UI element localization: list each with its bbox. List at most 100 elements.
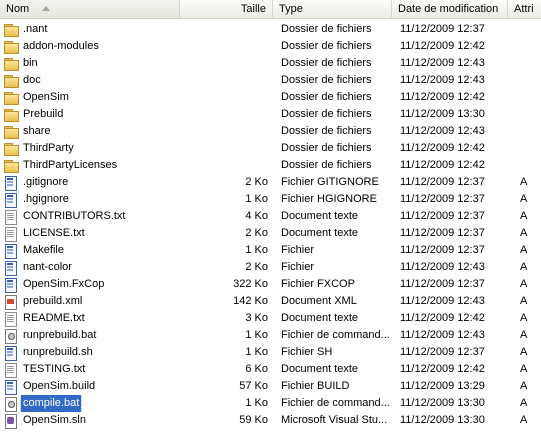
file-name-cell[interactable]: ThirdParty (0, 140, 180, 157)
text-file-icon (3, 362, 19, 378)
file-row[interactable]: Makefile 1 Ko Fichier 11/12/2009 12:37 A (0, 242, 541, 259)
file-type: Fichier BUILD (281, 380, 350, 392)
file-name[interactable]: runprebuild.bat (21, 327, 98, 344)
file-attributes: A (520, 312, 528, 324)
file-name[interactable]: .hgignore (21, 191, 71, 208)
file-name-cell[interactable]: TESTING.txt (0, 361, 180, 378)
file-row[interactable]: LICENSE.txt 2 Ko Document texte 11/12/2009 … (0, 225, 541, 242)
file-name-cell[interactable]: OpenSim (0, 89, 180, 106)
file-name[interactable]: nant-color (21, 259, 74, 276)
file-row[interactable]: doc Dossier de fichiers 11/12/2009 12:43 (0, 72, 541, 89)
file-row[interactable]: addon-modules Dossier de fichiers 11/12/20… (0, 38, 541, 55)
file-name-cell[interactable]: .gitignore (0, 174, 180, 191)
generic-file-icon (3, 192, 19, 208)
column-header-attributes-label: Attri (514, 3, 534, 15)
file-row[interactable]: OpenSim.FxCop 322 Ko Fichier FXCOP 11/12/20… (0, 276, 541, 293)
file-name-cell[interactable]: OpenSim.sln (0, 412, 180, 429)
file-name[interactable]: ThirdParty (21, 140, 76, 157)
file-name-cell[interactable]: share (0, 123, 180, 140)
file-name[interactable]: Makefile (21, 242, 66, 259)
file-attributes: A (520, 295, 528, 307)
file-name[interactable]: OpenSim (21, 89, 71, 106)
file-name[interactable]: OpenSim.FxCop (21, 276, 106, 293)
file-name-cell[interactable]: Makefile (0, 242, 180, 259)
file-modified-date: 11/12/2009 12:42 (400, 159, 485, 171)
file-row[interactable]: runprebuild.bat 1 Ko Fichier de command...… (0, 327, 541, 344)
file-name-cell[interactable]: .hgignore (0, 191, 180, 208)
file-row[interactable]: OpenSim.build 57 Ko Fichier BUILD 11/12/200… (0, 378, 541, 395)
text-file-icon (3, 311, 19, 327)
file-name-cell[interactable]: OpenSim.FxCop (0, 276, 180, 293)
file-name-cell[interactable]: CONTRIBUTORS.txt (0, 208, 180, 225)
file-attributes (508, 21, 541, 38)
file-attributes: A (520, 244, 528, 256)
file-type: Document XML (281, 295, 357, 307)
column-header-type[interactable]: Type (273, 0, 392, 18)
column-header-size-label: Taille (240, 3, 266, 15)
file-name[interactable]: LICENSE.txt (21, 225, 87, 242)
file-name-cell[interactable]: bin (0, 55, 180, 72)
file-name-cell[interactable]: runprebuild.bat (0, 327, 180, 344)
file-name[interactable]: README.txt (21, 310, 87, 327)
file-row[interactable]: runprebuild.sh 1 Ko Fichier SH 11/12/2009 1… (0, 344, 541, 361)
column-header-name[interactable]: Nom (0, 0, 180, 18)
file-row[interactable]: Prebuild Dossier de fichiers 11/12/2009 13… (0, 106, 541, 123)
file-attributes (508, 72, 541, 89)
file-row[interactable]: .gitignore 2 Ko Fichier GITIGNORE 11/12/200… (0, 174, 541, 191)
generic-file-icon (3, 345, 19, 361)
file-size: 2 Ko (245, 227, 268, 239)
file-name[interactable]: doc (21, 72, 43, 89)
file-modified-date: 11/12/2009 12:43 (400, 329, 485, 341)
file-name[interactable]: TESTING.txt (21, 361, 87, 378)
file-row[interactable]: nant-color 2 Ko Fichier 11/12/2009 12:43 A (0, 259, 541, 276)
file-name-cell[interactable]: nant-color (0, 259, 180, 276)
column-header-attributes[interactable]: Attri (508, 0, 541, 18)
file-name-cell[interactable]: OpenSim.build (0, 378, 180, 395)
file-row[interactable]: OpenSim.sln 59 Ko Microsoft Visual Stu... 1… (0, 412, 541, 429)
file-attributes: A (520, 329, 528, 341)
file-name[interactable]: prebuild.xml (21, 293, 84, 310)
file-name[interactable]: runprebuild.sh (21, 344, 95, 361)
folder-icon (3, 141, 19, 157)
file-name[interactable]: bin (21, 55, 40, 72)
file-name[interactable]: share (21, 123, 53, 140)
file-name[interactable]: .nant (21, 21, 49, 38)
file-row[interactable]: .nant Dossier de fichiers 11/12/2009 12:37 (0, 21, 541, 38)
file-name-cell[interactable]: README.txt (0, 310, 180, 327)
column-header-date[interactable]: Date de modification (392, 0, 508, 18)
file-type: Document texte (281, 312, 359, 324)
file-name-cell[interactable]: Prebuild (0, 106, 180, 123)
file-name-cell[interactable]: compile.bat (0, 395, 180, 412)
file-row[interactable]: compile.bat 1 Ko Fichier de command... 11/1… (0, 395, 541, 412)
file-name-cell[interactable]: .nant (0, 21, 180, 38)
file-type: Dossier de fichiers (281, 159, 372, 171)
file-attributes: A (520, 363, 528, 375)
file-name-cell[interactable]: ThirdPartyLicenses (0, 157, 180, 174)
file-row[interactable]: CONTRIBUTORS.txt 4 Ko Document texte 11/12/… (0, 208, 541, 225)
file-name[interactable]: addon-modules (21, 38, 101, 55)
file-row[interactable]: TESTING.txt 6 Ko Document texte 11/12/2009 … (0, 361, 541, 378)
file-row[interactable]: prebuild.xml 142 Ko Document XML 11/12/2009… (0, 293, 541, 310)
file-row[interactable]: README.txt 3 Ko Document texte 11/12/2009 1… (0, 310, 541, 327)
file-name-cell[interactable]: runprebuild.sh (0, 344, 180, 361)
file-modified-date: 11/12/2009 12:37 (400, 278, 485, 290)
file-name[interactable]: CONTRIBUTORS.txt (21, 208, 127, 225)
file-row[interactable]: share Dossier de fichiers 11/12/2009 12:43 (0, 123, 541, 140)
file-name[interactable]: OpenSim.sln (21, 412, 88, 429)
file-name-cell[interactable]: addon-modules (0, 38, 180, 55)
file-name[interactable]: OpenSim.build (21, 378, 97, 395)
file-row[interactable]: .hgignore 1 Ko Fichier HGIGNORE 11/12/2009 … (0, 191, 541, 208)
file-name-cell[interactable]: LICENSE.txt (0, 225, 180, 242)
file-row[interactable]: OpenSim Dossier de fichiers 11/12/2009 12:… (0, 89, 541, 106)
column-header-size[interactable]: Taille (180, 0, 273, 18)
file-row[interactable]: ThirdParty Dossier de fichiers 11/12/2009 … (0, 140, 541, 157)
file-row[interactable]: bin Dossier de fichiers 11/12/2009 12:43 (0, 55, 541, 72)
file-name-cell[interactable]: doc (0, 72, 180, 89)
file-name[interactable]: Prebuild (21, 106, 65, 123)
file-name[interactable]: ThirdPartyLicenses (21, 157, 119, 174)
file-name-cell[interactable]: prebuild.xml (0, 293, 180, 310)
generic-file-icon (3, 260, 19, 276)
file-row[interactable]: ThirdPartyLicenses Dossier de fichiers 11/… (0, 157, 541, 174)
file-name[interactable]: .gitignore (21, 174, 70, 191)
file-name[interactable]: compile.bat (19, 395, 83, 412)
